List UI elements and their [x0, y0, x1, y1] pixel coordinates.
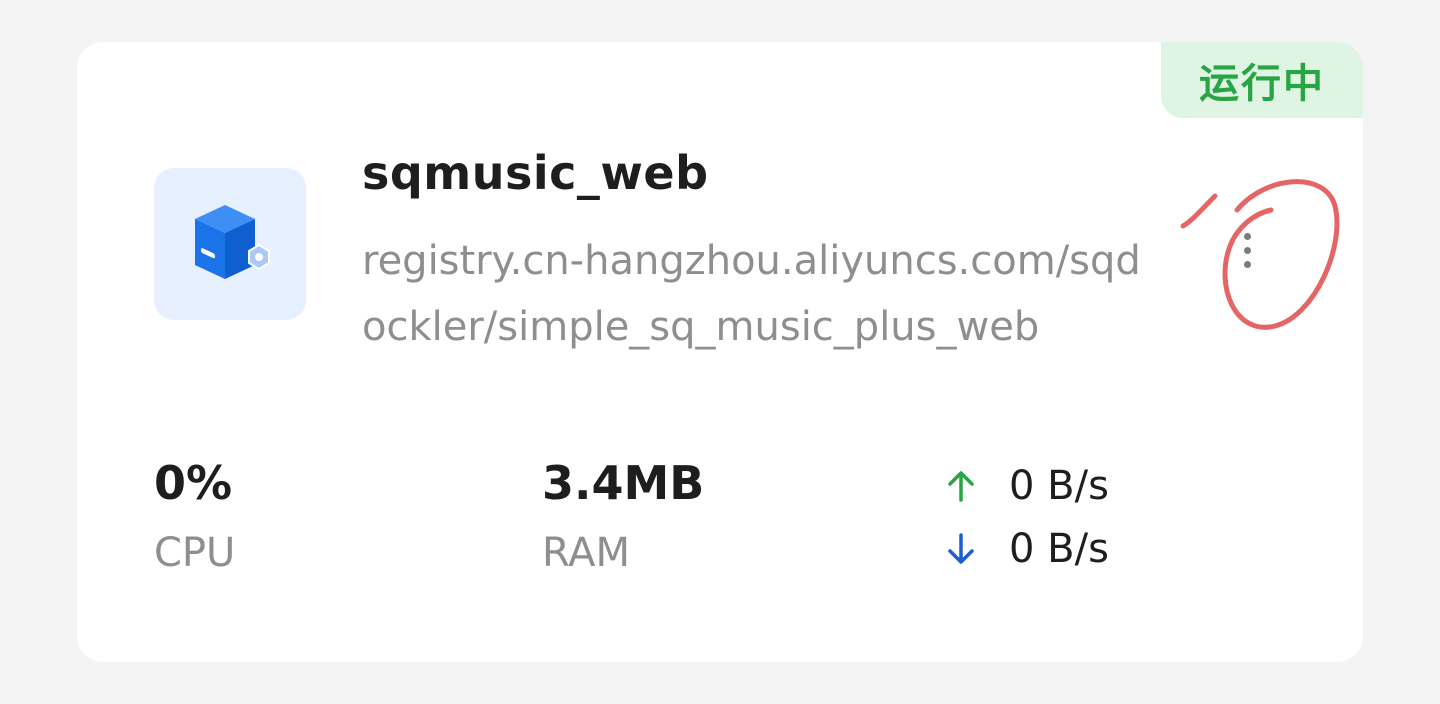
upload-speed: 0 B/s	[1009, 463, 1109, 509]
download-row: 0 B/s	[941, 524, 1109, 574]
download-speed: 0 B/s	[1009, 526, 1109, 572]
ram-value: 3.4MB	[542, 456, 705, 510]
cpu-label: CPU	[154, 530, 236, 576]
menu-dot	[1243, 232, 1251, 240]
cpu-value: 0%	[154, 456, 233, 510]
docker-container-icon	[154, 168, 306, 320]
menu-dot	[1243, 260, 1251, 268]
arrow-up-icon	[941, 466, 981, 506]
ram-label: RAM	[542, 530, 631, 576]
menu-dot	[1243, 246, 1251, 254]
more-vertical-icon[interactable]	[1223, 218, 1271, 282]
container-card[interactable]: 运行中 sqmusic_web registry.cn-hangzhou.ali…	[77, 42, 1363, 662]
image-name: registry.cn-hangzhou.aliyuncs.com/sqdock…	[362, 238, 1141, 350]
upload-row: 0 B/s	[941, 461, 1109, 511]
arrow-down-icon	[941, 529, 981, 569]
container-name: sqmusic_web	[362, 146, 709, 200]
status-badge: 运行中	[1161, 42, 1363, 118]
